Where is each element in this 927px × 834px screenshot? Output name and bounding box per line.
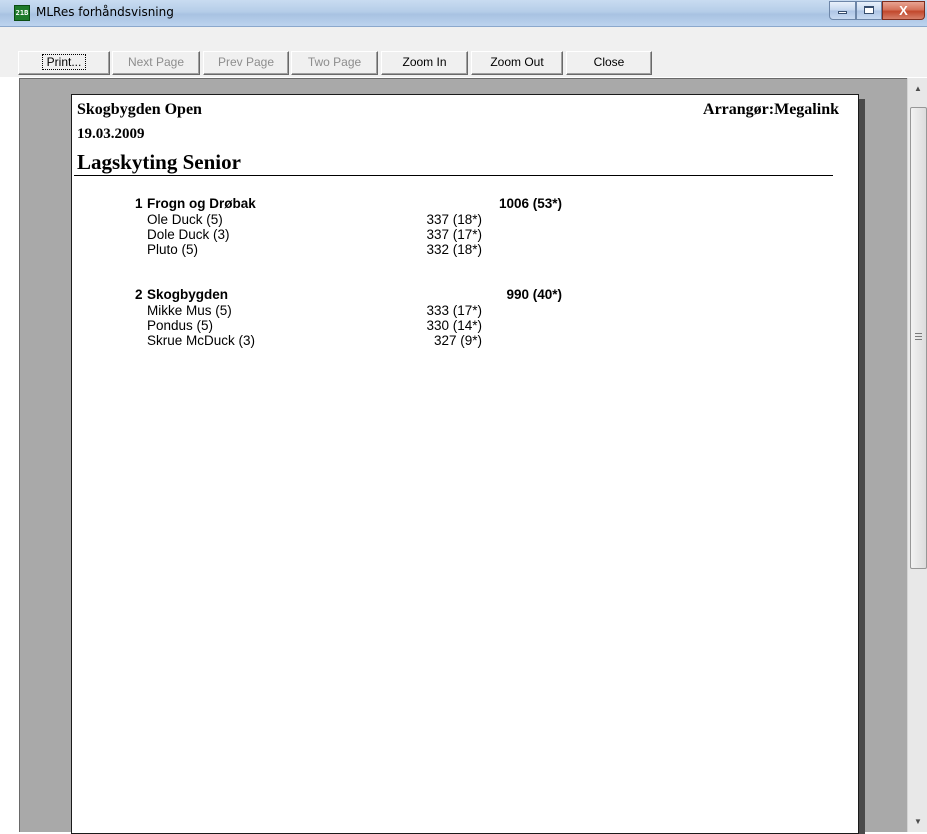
team-block: 1 Frogn og Drøbak 1006 (53*) Ole Duck (5… bbox=[72, 196, 852, 257]
section-title: Lagskyting Senior bbox=[77, 150, 241, 174]
member-row: Pluto (5) 332 (18*) bbox=[72, 242, 852, 257]
preview-area[interactable]: Skogbygden Open Arrangør:Megalink 19.03.… bbox=[19, 78, 907, 834]
member-name: Mikke Mus (5) bbox=[147, 303, 232, 318]
print-button-label: Print... bbox=[41, 54, 87, 70]
member-score: 333 (17*) bbox=[426, 303, 482, 318]
zoom-out-button[interactable]: Zoom Out bbox=[471, 51, 563, 75]
member-score: 337 (17*) bbox=[426, 227, 482, 242]
member-score: 327 (9*) bbox=[433, 333, 482, 348]
event-name: Skogbygden Open bbox=[77, 101, 202, 118]
close-button[interactable]: Close bbox=[566, 51, 652, 75]
maximize-icon bbox=[864, 6, 874, 14]
print-button[interactable]: Print... bbox=[18, 51, 110, 75]
team-score: 1006 (53*) bbox=[498, 196, 562, 211]
team-rank: 1 bbox=[135, 196, 143, 211]
team-rank: 2 bbox=[135, 287, 143, 302]
close-icon: X bbox=[899, 3, 908, 18]
next-page-button[interactable]: Next Page bbox=[112, 51, 200, 75]
grip-icon bbox=[915, 333, 922, 340]
scroll-up-arrow-icon[interactable]: ▲ bbox=[909, 80, 927, 97]
member-row: Pondus (5) 330 (14*) bbox=[72, 318, 852, 333]
member-score: 337 (18*) bbox=[426, 212, 482, 227]
vertical-scrollbar[interactable]: ▲ ▼ bbox=[907, 78, 927, 832]
section-divider bbox=[74, 175, 833, 176]
member-score: 330 (14*) bbox=[426, 318, 482, 333]
zoom-in-button[interactable]: Zoom In bbox=[381, 51, 468, 75]
minimize-button[interactable] bbox=[829, 1, 856, 20]
member-name: Ole Duck (5) bbox=[147, 212, 223, 227]
report-page: Skogbygden Open Arrangør:Megalink 19.03.… bbox=[71, 94, 859, 834]
app-icon: 21B bbox=[14, 5, 30, 21]
member-name: Pondus (5) bbox=[147, 318, 214, 333]
scrollbar-thumb[interactable] bbox=[910, 107, 927, 569]
team-block: 2 Skogbygden 990 (40*) Mikke Mus (5) 333… bbox=[72, 287, 852, 348]
title-bar[interactable]: 21B MLRes forhåndsvisning X bbox=[0, 0, 927, 27]
organizer: Arrangør:Megalink bbox=[703, 101, 839, 118]
toolbar: Print... Next Page Prev Page Two Page Zo… bbox=[0, 27, 927, 77]
team-score: 990 (40*) bbox=[506, 287, 562, 302]
minimize-icon bbox=[838, 11, 847, 14]
scroll-down-arrow-icon[interactable]: ▼ bbox=[909, 813, 927, 830]
member-row: Dole Duck (3) 337 (17*) bbox=[72, 227, 852, 242]
maximize-button[interactable] bbox=[856, 1, 882, 20]
window-close-button[interactable]: X bbox=[882, 1, 925, 20]
member-name: Pluto (5) bbox=[147, 242, 199, 257]
team-name: Skogbygden bbox=[147, 287, 229, 302]
member-row: Mikke Mus (5) 333 (17*) bbox=[72, 303, 852, 318]
member-name: Dole Duck (3) bbox=[147, 227, 230, 242]
team-row: 1 Frogn og Drøbak 1006 (53*) bbox=[72, 196, 852, 212]
member-score: 332 (18*) bbox=[426, 242, 482, 257]
prev-page-button[interactable]: Prev Page bbox=[203, 51, 289, 75]
member-row: Skrue McDuck (3) 327 (9*) bbox=[72, 333, 852, 348]
two-page-button[interactable]: Two Page bbox=[291, 51, 378, 75]
event-date: 19.03.2009 bbox=[77, 126, 145, 142]
team-row: 2 Skogbygden 990 (40*) bbox=[72, 287, 852, 303]
team-name: Frogn og Drøbak bbox=[147, 196, 256, 211]
window-title: MLRes forhåndsvisning bbox=[36, 5, 174, 19]
member-row: Ole Duck (5) 337 (18*) bbox=[72, 212, 852, 227]
member-name: Skrue McDuck (3) bbox=[147, 333, 256, 348]
